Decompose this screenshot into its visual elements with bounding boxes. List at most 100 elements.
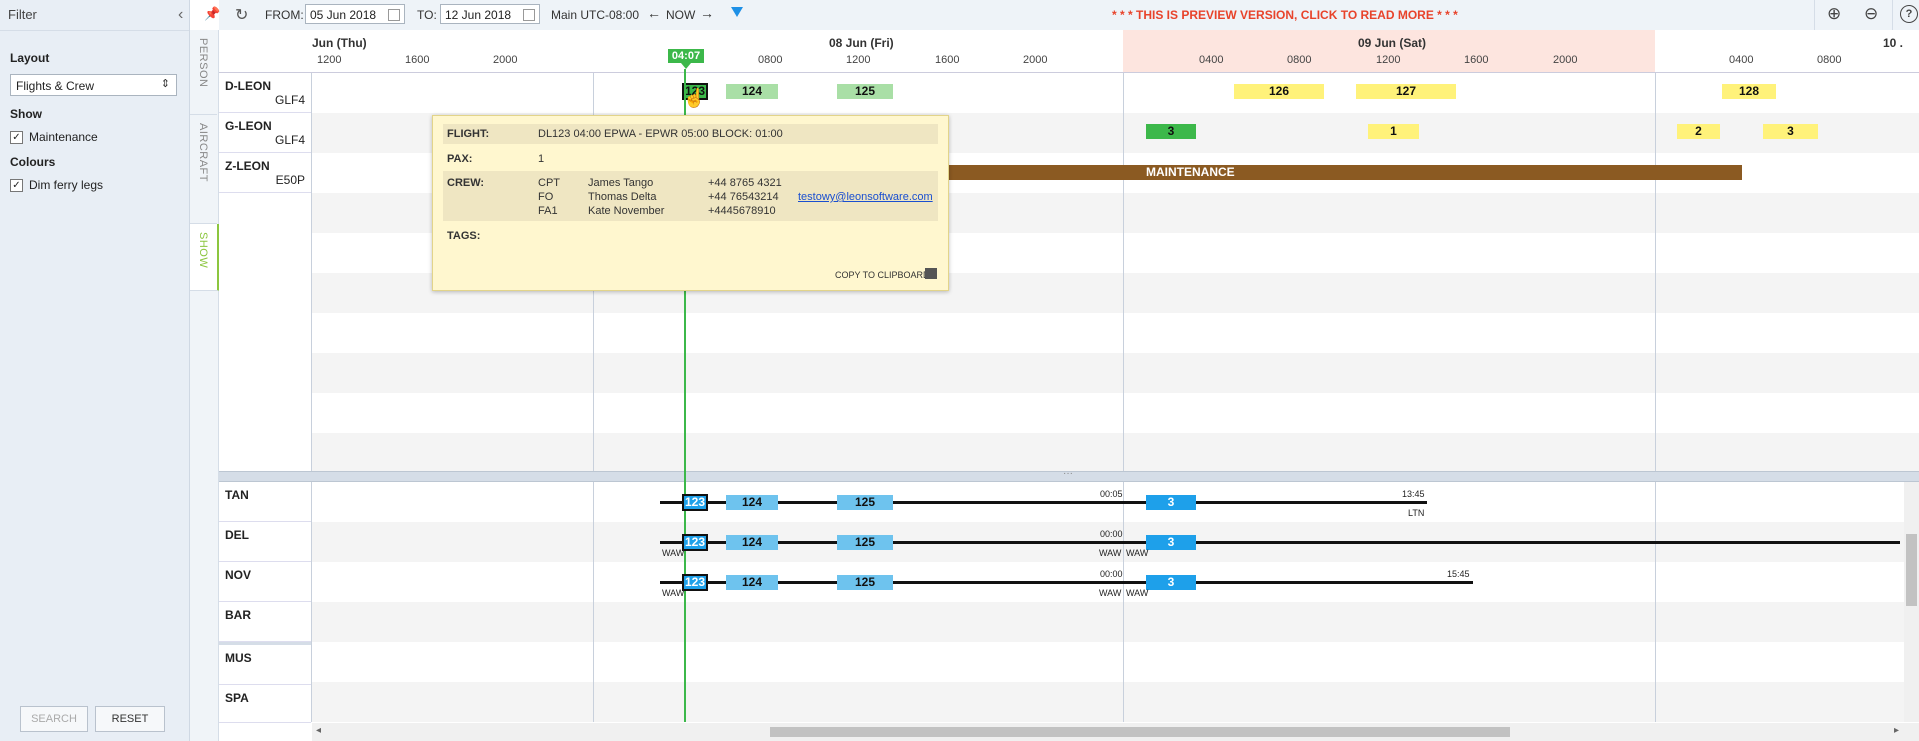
crew-row-bar[interactable]: BAR [219, 602, 311, 642]
crew-flight-block[interactable]: 125 [837, 575, 893, 590]
pane-splitter[interactable]: ··· [219, 468, 1919, 482]
clipboard-icon[interactable] [925, 268, 937, 279]
help-icon[interactable]: ? [1900, 5, 1918, 23]
crew-row-nov[interactable]: NOV [219, 562, 311, 602]
crew-row-tan[interactable]: TAN [219, 482, 311, 522]
crew-role: FA1 [538, 205, 558, 217]
flight-block[interactable]: 124 [726, 84, 778, 99]
maintenance-checkbox-row[interactable]: ✓ Maintenance [10, 130, 98, 144]
crew-name: Kate November [588, 205, 665, 217]
crew-flight-block[interactable]: 123 [682, 494, 708, 511]
crew-flight-block[interactable]: 124 [726, 575, 778, 590]
tab-person[interactable]: PERSON [190, 30, 217, 115]
day-divider [593, 482, 594, 722]
aircraft-row-zleon[interactable]: Z-LEON E50P [219, 153, 311, 193]
to-date-value: 12 Jun 2018 [445, 8, 512, 22]
tab-person-label: PERSON [197, 38, 209, 88]
aircraft-reg: D-LEON [225, 79, 271, 93]
now-button[interactable]: NOW [666, 8, 695, 22]
from-date-input[interactable]: 05 Jun 2018 [305, 4, 405, 24]
arrow-right-icon[interactable]: → [700, 5, 714, 21]
crew-flight-block[interactable]: 125 [837, 495, 893, 510]
crew-row-spa[interactable]: SPA [219, 685, 311, 723]
collapse-icon[interactable]: ‹ [178, 0, 183, 30]
hour-label: 1200 [1376, 54, 1401, 66]
horizontal-scrollbar-thumb[interactable] [770, 727, 1510, 737]
flight-block[interactable]: 3 [1146, 124, 1196, 139]
checkbox-checked-icon[interactable]: ✓ [10, 178, 23, 192]
tab-show[interactable]: SHOW [190, 224, 220, 291]
crew-code: DEL [225, 528, 249, 542]
dim-ferry-label: Dim ferry legs [29, 178, 104, 192]
crew-code: BAR [225, 608, 251, 622]
crew-flight-block[interactable]: 123 [682, 574, 708, 591]
maintenance-label: Maintenance [29, 130, 98, 144]
zoom-in-icon[interactable]: ⊕ [1827, 4, 1841, 24]
pin-icon[interactable]: 📌 [204, 6, 220, 21]
calendar-icon[interactable] [523, 9, 535, 21]
crew-flight-block[interactable]: 123 [682, 534, 708, 551]
filter-icon[interactable] [731, 7, 743, 17]
now-marker-pointer [681, 63, 691, 69]
day-divider [1655, 73, 1656, 471]
refresh-icon[interactable]: ↻ [235, 5, 248, 25]
preview-notice[interactable]: * * * THIS IS PREVIEW VERSION, CLICK TO … [1112, 8, 1458, 22]
dim-ferry-checkbox-row[interactable]: ✓ Dim ferry legs [10, 178, 103, 192]
crew-flight-block[interactable]: 124 [726, 535, 778, 550]
day-divider [1655, 482, 1656, 722]
airport-code: WAW [1126, 548, 1149, 558]
timezone-label[interactable]: Main UTC-08:00 [551, 8, 639, 22]
day-label: 10 . [1883, 36, 1904, 50]
arrow-left-icon[interactable]: ← [647, 5, 661, 21]
search-button[interactable]: SEARCH [20, 706, 88, 732]
hour-label: 0800 [1287, 54, 1312, 66]
layout-select-value: Flights & Crew [16, 79, 95, 93]
aircraft-row-gleon[interactable]: G-LEON GLF4 [219, 113, 311, 153]
to-date-input[interactable]: 12 Jun 2018 [440, 4, 540, 24]
hour-label: 1600 [1464, 54, 1489, 66]
day-label: 09 Jun (Sat) [1358, 36, 1427, 50]
crew-code: SPA [225, 691, 249, 705]
crew-flight-block[interactable]: 125 [837, 535, 893, 550]
maintenance-block[interactable]: MAINTENANCE [947, 165, 1742, 180]
crew-flight-block[interactable]: 3 [1146, 575, 1196, 590]
crew-flight-block[interactable]: 124 [726, 495, 778, 510]
crew-row-del[interactable]: DEL [219, 522, 311, 562]
vertical-scrollbar[interactable] [1904, 482, 1919, 722]
hour-label: 0400 [1199, 54, 1224, 66]
reset-button[interactable]: RESET [95, 706, 165, 732]
aircraft-row-dleon[interactable]: D-LEON GLF4 [219, 73, 311, 113]
flight-block[interactable]: 126 [1234, 84, 1324, 99]
drag-handle-icon[interactable]: ··· [1063, 468, 1073, 479]
label-divider [311, 482, 312, 722]
toolbar: 📌 ↻ FROM: 05 Jun 2018 TO: 12 Jun 2018 Ma… [204, 0, 1919, 31]
tab-aircraft[interactable]: AIRCRAFT [190, 115, 217, 224]
flight-block[interactable]: 2 [1677, 124, 1720, 139]
crew-flight-block[interactable]: 3 [1146, 535, 1196, 550]
horizontal-scrollbar[interactable]: ◂ ▸ [312, 723, 1919, 741]
crew-email-link[interactable]: testowy@leonsoftware.com [798, 191, 933, 203]
layout-select[interactable]: Flights & Crew ⇕ [10, 74, 177, 96]
flight-block[interactable]: 1 [1368, 124, 1419, 139]
checkbox-checked-icon[interactable]: ✓ [10, 130, 23, 144]
flight-block[interactable]: 3 [1763, 124, 1818, 139]
crew-flight-block[interactable]: 3 [1146, 495, 1196, 510]
crew-phone: +44 8765 4321 [708, 177, 782, 189]
crew-row-mus[interactable]: MUS [219, 642, 311, 685]
flight-block[interactable]: 128 [1722, 84, 1776, 99]
copy-to-clipboard-button[interactable]: COPY TO CLIPBOARD [835, 270, 930, 280]
duty-time: 00:00 [1100, 529, 1123, 539]
airport-code: WAW [662, 548, 685, 558]
popup-pax-value: 1 [538, 153, 545, 165]
layout-label: Layout [10, 51, 50, 65]
row-band [312, 393, 1919, 433]
vertical-scrollbar-thumb[interactable] [1906, 534, 1917, 606]
hour-label: 1600 [405, 54, 430, 66]
flight-block[interactable]: 125 [837, 84, 893, 99]
calendar-icon[interactable] [388, 9, 400, 21]
scroll-left-icon[interactable]: ◂ [316, 725, 321, 736]
flight-block[interactable]: 127 [1356, 84, 1456, 99]
scroll-right-icon[interactable]: ▸ [1894, 725, 1899, 736]
zoom-out-icon[interactable]: ⊖ [1864, 4, 1878, 24]
maintenance-label: MAINTENANCE [1146, 165, 1235, 179]
